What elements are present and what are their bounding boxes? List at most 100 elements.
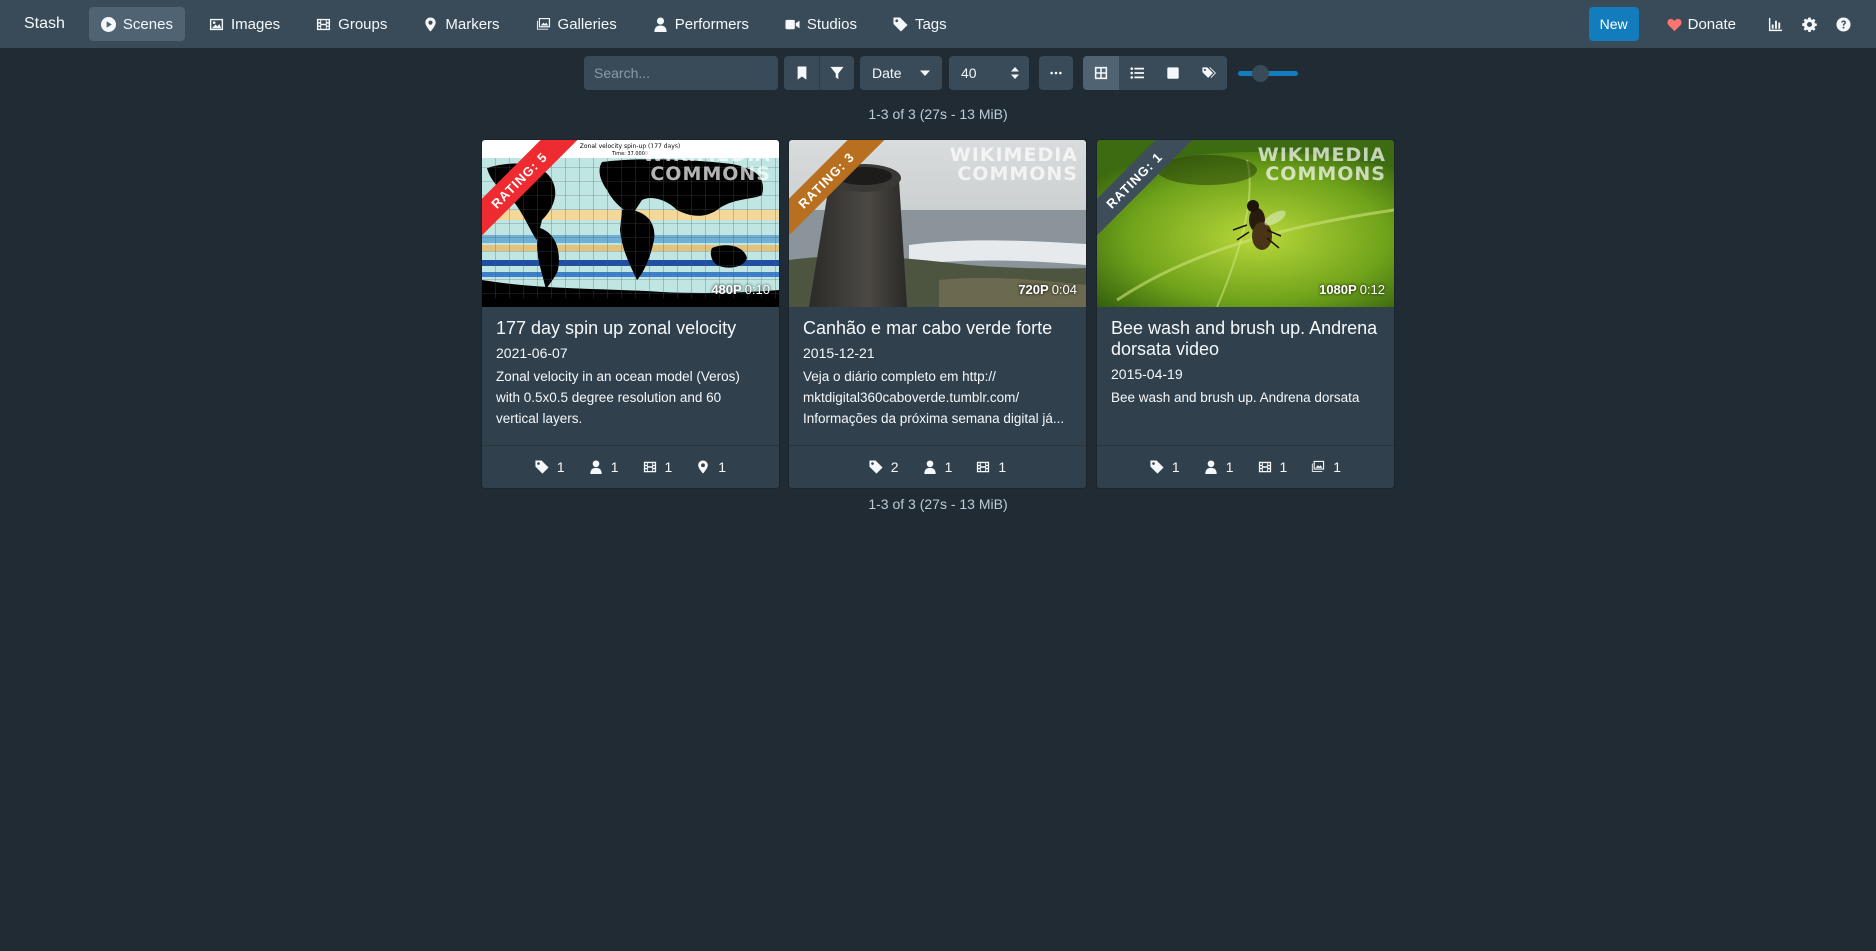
scene-thumbnail[interactable]: Zonal velocity spin-up (177 days) Time: …: [482, 140, 779, 307]
performer-count: 1: [1225, 459, 1234, 475]
watermark: WIKIMEDIA COMMONS: [643, 146, 771, 184]
new-scene-button[interactable]: New: [1588, 7, 1639, 41]
result-count-top: 1-3 of 3 (27s - 13 MiB): [868, 106, 1008, 122]
map-marker-icon: [425, 16, 437, 32]
tag-icon: [1150, 460, 1164, 474]
group-count: 1: [1279, 459, 1288, 475]
tag-count: 1: [1171, 459, 1180, 475]
scene-thumbnail[interactable]: RATING: 3 WIKIMEDIA COMMONS 720P 0:04: [789, 140, 1086, 307]
scene-title[interactable]: Bee wash and brush up. Andrena dorsata v…: [1111, 318, 1380, 360]
performer-count-button[interactable]: 1: [1204, 459, 1234, 475]
scene-title[interactable]: 177 day spin up zonal velocity: [496, 318, 765, 339]
gallery-count-button[interactable]: 1: [1311, 459, 1341, 475]
watermark-line2: COMMONS: [957, 163, 1078, 185]
gear-icon: [1801, 16, 1817, 32]
zoom-slider-thumb[interactable]: [1252, 65, 1269, 82]
top-navbar: Stash Scenes Images Groups Markers Galle…: [0, 0, 1876, 48]
scene-title[interactable]: Canhão e mar cabo verde forte: [803, 318, 1072, 339]
nav-tags-label: Tags: [914, 15, 947, 33]
description-line: vertical layers.: [496, 411, 583, 426]
donate-label: Donate: [1687, 15, 1736, 33]
tag-count-button[interactable]: 2: [869, 459, 899, 475]
group-count: 1: [998, 459, 1007, 475]
sort-by-dropdown[interactable]: Date: [860, 56, 942, 90]
group-count-button[interactable]: 1: [976, 459, 1006, 475]
nav-galleries[interactable]: Galleries: [524, 7, 629, 41]
group-count: 1: [664, 459, 673, 475]
settings-button[interactable]: [1792, 7, 1826, 41]
watermark-line2: COMMONS: [650, 163, 771, 185]
scene-specs-overlay: 1080P 0:12: [1319, 282, 1385, 297]
description-line: mktdigital360caboverde.tumblr.com/: [803, 390, 1020, 405]
tag-icon: [535, 460, 549, 474]
nav-scenes-label: Scenes: [122, 15, 173, 33]
brand-link[interactable]: Stash: [24, 15, 65, 33]
per-page-select[interactable]: 40: [949, 56, 1029, 90]
title-line: dorsata video: [1111, 339, 1220, 359]
scene-popovers: 1 1 1 1: [482, 445, 779, 488]
watermark: WIKIMEDIA COMMONS: [950, 146, 1078, 184]
tag-icon: [893, 16, 908, 32]
nav-tags[interactable]: Tags: [881, 7, 959, 41]
filter-button-group: [784, 56, 854, 90]
performer-count: 1: [610, 459, 619, 475]
zoom-slider[interactable]: [1238, 63, 1298, 83]
images-icon: [1312, 460, 1325, 472]
donate-button[interactable]: Donate: [1667, 16, 1736, 33]
scene-card[interactable]: RATING: 3 WIKIMEDIA COMMONS 720P 0:04 Canh…: [789, 140, 1086, 488]
user-icon: [654, 16, 667, 32]
images-icon: [536, 17, 550, 30]
film-icon: [1258, 461, 1271, 473]
nav-markers[interactable]: Markers: [411, 7, 511, 41]
nav-studios[interactable]: Studios: [773, 7, 869, 41]
saved-filters-button[interactable]: [784, 56, 819, 90]
grid-view-button[interactable]: [1083, 56, 1119, 90]
nav-performers[interactable]: Performers: [641, 7, 761, 41]
performer-count-button[interactable]: 1: [923, 459, 952, 475]
group-count-button[interactable]: 1: [643, 459, 673, 475]
filter-button[interactable]: [819, 56, 854, 90]
tag-count-button[interactable]: 1: [535, 459, 565, 475]
watermark-line2: COMMONS: [1265, 163, 1386, 185]
wall-view-button[interactable]: [1155, 56, 1191, 90]
question-circle-icon: [1835, 16, 1851, 32]
marker-count: 1: [718, 459, 727, 475]
tagger-view-button[interactable]: [1191, 56, 1227, 90]
list-view-button[interactable]: [1119, 56, 1155, 90]
marker-count-button[interactable]: 1: [696, 459, 726, 475]
scene-thumbnail[interactable]: RATING: 1 WIKIMEDIA COMMONS 1080P 0:12: [1097, 140, 1394, 307]
help-button[interactable]: [1826, 7, 1860, 41]
scene-card-body: 177 day spin up zonal velocity 2021-06-0…: [482, 307, 779, 429]
nav-performers-label: Performers: [674, 15, 749, 33]
caret-down-icon[interactable]: [920, 68, 930, 78]
nav-groups[interactable]: Groups: [304, 7, 399, 41]
grid-icon: [1094, 66, 1108, 80]
resolution-label: 720P: [1018, 282, 1049, 297]
search-input[interactable]: [584, 56, 778, 90]
resolution-label: 480P: [711, 282, 742, 297]
scene-description: Bee wash and brush up. Andrena dorsata: [1111, 387, 1380, 408]
duration-label: 0:04: [1051, 282, 1077, 297]
user-icon: [590, 460, 602, 474]
navbar-right: New Donate: [1588, 7, 1860, 41]
per-page-value: 40: [961, 65, 977, 81]
scene-card[interactable]: Zonal velocity spin-up (177 days) Time: …: [482, 140, 779, 488]
list-icon: [1130, 67, 1144, 79]
nav-images[interactable]: Images: [197, 7, 292, 41]
nav-scenes[interactable]: Scenes: [88, 7, 185, 41]
video-icon: [785, 19, 800, 29]
more-options-button[interactable]: [1039, 56, 1073, 90]
film-icon: [977, 461, 990, 473]
scene-card-body: Bee wash and brush up. Andrena dorsata v…: [1097, 307, 1394, 408]
map-marker-icon: [698, 460, 709, 474]
performer-count-button[interactable]: 1: [589, 459, 619, 475]
title-line: Bee wash and brush up. Andrena: [1111, 318, 1378, 338]
tag-count-button[interactable]: 1: [1150, 459, 1180, 475]
heart-icon: [1667, 18, 1682, 31]
scene-date: 2021-06-07: [496, 345, 568, 361]
description-line: with 0.5x0.5 degree resolution and 60: [496, 390, 722, 405]
duration-label: 0:12: [1359, 282, 1385, 297]
group-count-button[interactable]: 1: [1258, 459, 1288, 475]
stats-button[interactable]: [1758, 7, 1792, 41]
scene-card[interactable]: RATING: 1 WIKIMEDIA COMMONS 1080P 0:12 Bee…: [1097, 140, 1394, 488]
